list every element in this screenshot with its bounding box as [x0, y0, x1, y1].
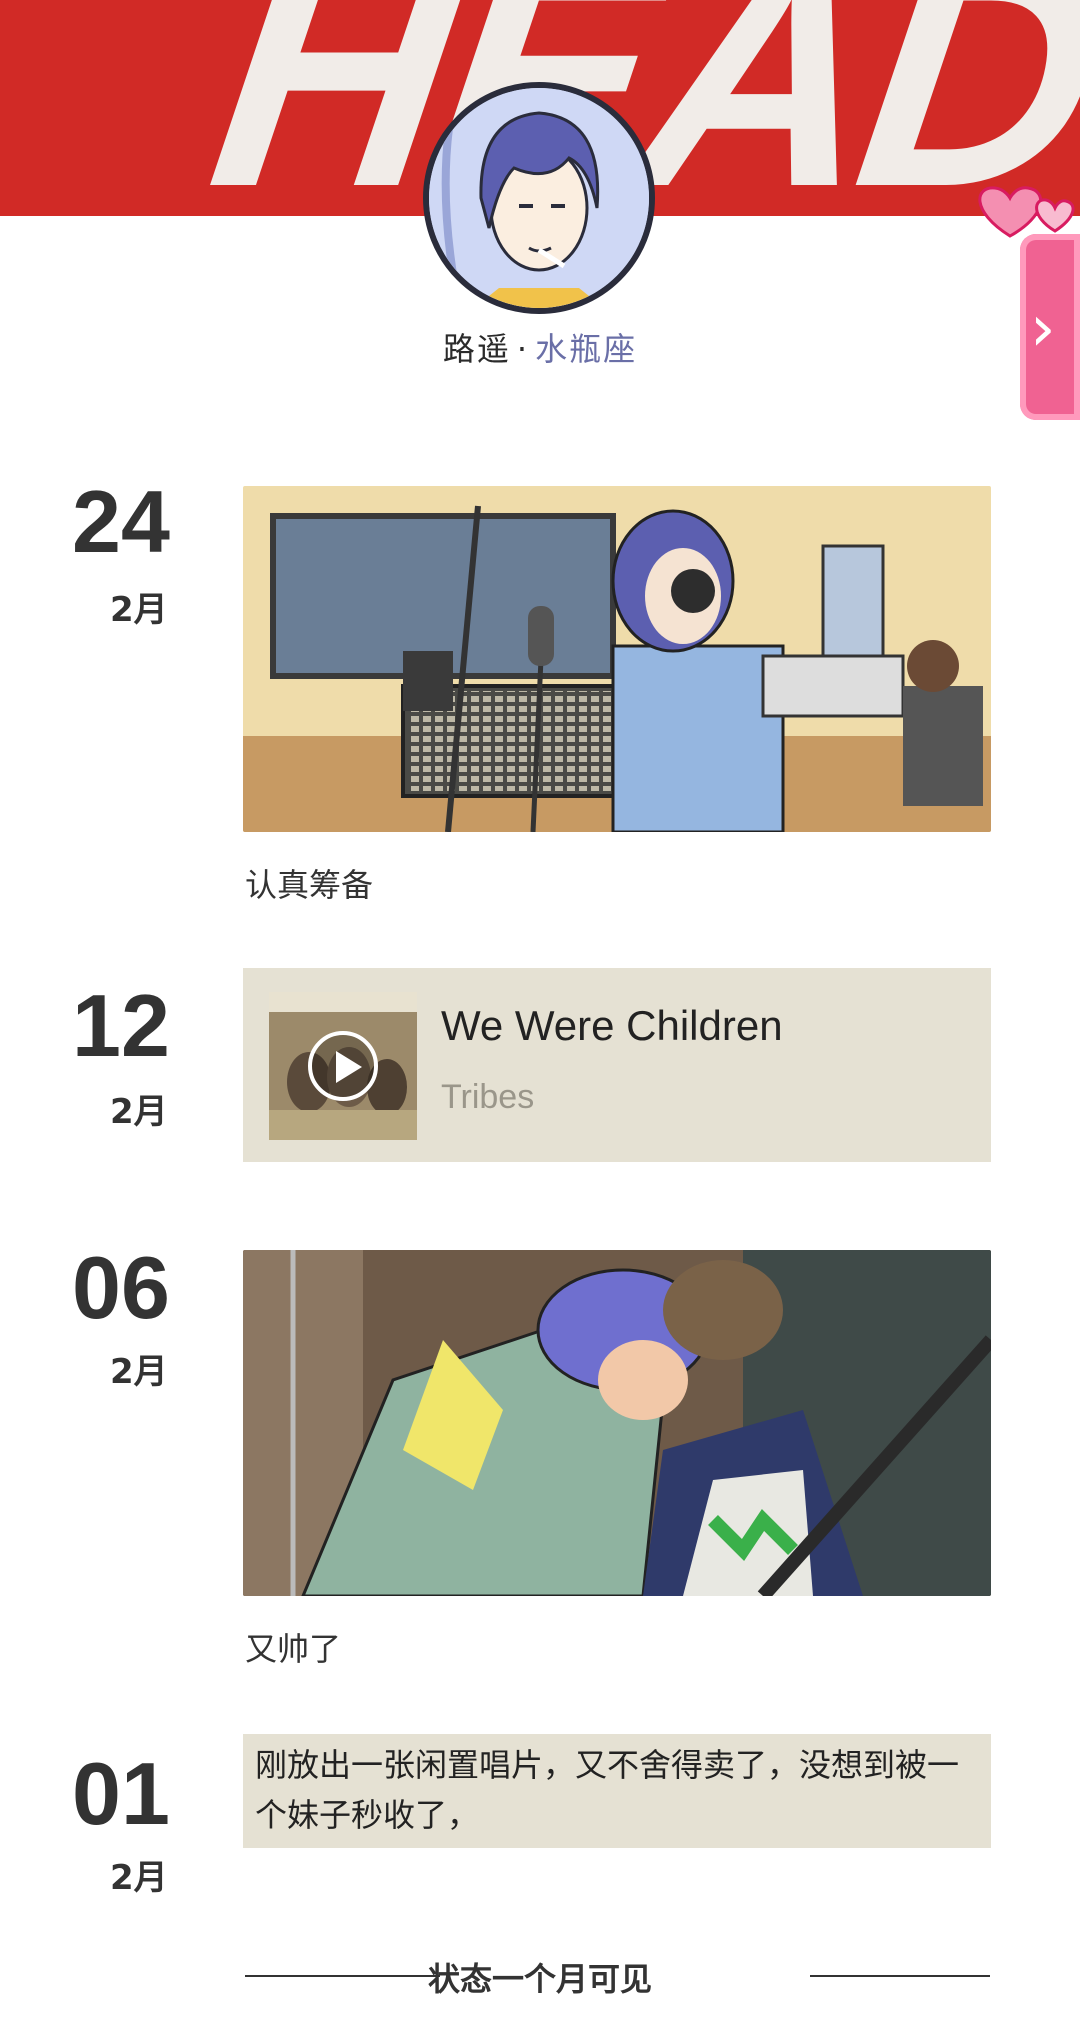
entry-day: 24: [72, 472, 170, 571]
studio-illustration: [243, 486, 991, 832]
profile-separator: ·: [516, 330, 530, 368]
visibility-footer: 状态一个月可见: [0, 1950, 1080, 2000]
band-illustration: [243, 1250, 991, 1596]
divider-right: [810, 1975, 990, 1977]
side-expand-tab[interactable]: ›: [1020, 234, 1080, 420]
avatar-illustration: [429, 88, 649, 308]
entry-month: 2月: [110, 1092, 168, 1132]
visibility-label: 状态一个月可见: [427, 1960, 652, 1998]
entry-month: 2月: [110, 590, 168, 630]
entry-image-studio[interactable]: [243, 486, 991, 832]
text-post-card[interactable]: 刚放出一张闲置唱片，又不舍得卖了，没想到被一个妹子秒收了，: [243, 1734, 991, 1848]
entry-day: 06: [72, 1238, 170, 1337]
song-artist: Tribes: [441, 1078, 535, 1116]
profile-zodiac: 水瓶座: [535, 330, 638, 368]
entry-month: 2月: [110, 1352, 168, 1392]
entry-caption: 又帅了: [245, 1630, 342, 1668]
play-icon[interactable]: [308, 1031, 378, 1101]
post-text: 刚放出一张闲置唱片，又不舍得卖了，没想到被一个妹子秒收了，: [255, 1746, 960, 1834]
entry-day: 12: [72, 976, 170, 1075]
entry-month: 2月: [110, 1858, 168, 1898]
entry-caption: 认真筹备: [245, 866, 374, 904]
entry-day: 01: [72, 1744, 170, 1843]
profile-nickname: 路遥: [442, 330, 511, 368]
profile-name: 路遥 · 水瓶座: [0, 324, 1080, 370]
avatar[interactable]: [423, 82, 655, 314]
music-card[interactable]: We Were Children Tribes: [243, 968, 991, 1162]
chevron-right-icon: ›: [1030, 292, 1056, 366]
song-title: We Were Children: [441, 1002, 783, 1049]
album-cover: [269, 992, 417, 1140]
entry-image-band[interactable]: [243, 1250, 991, 1596]
